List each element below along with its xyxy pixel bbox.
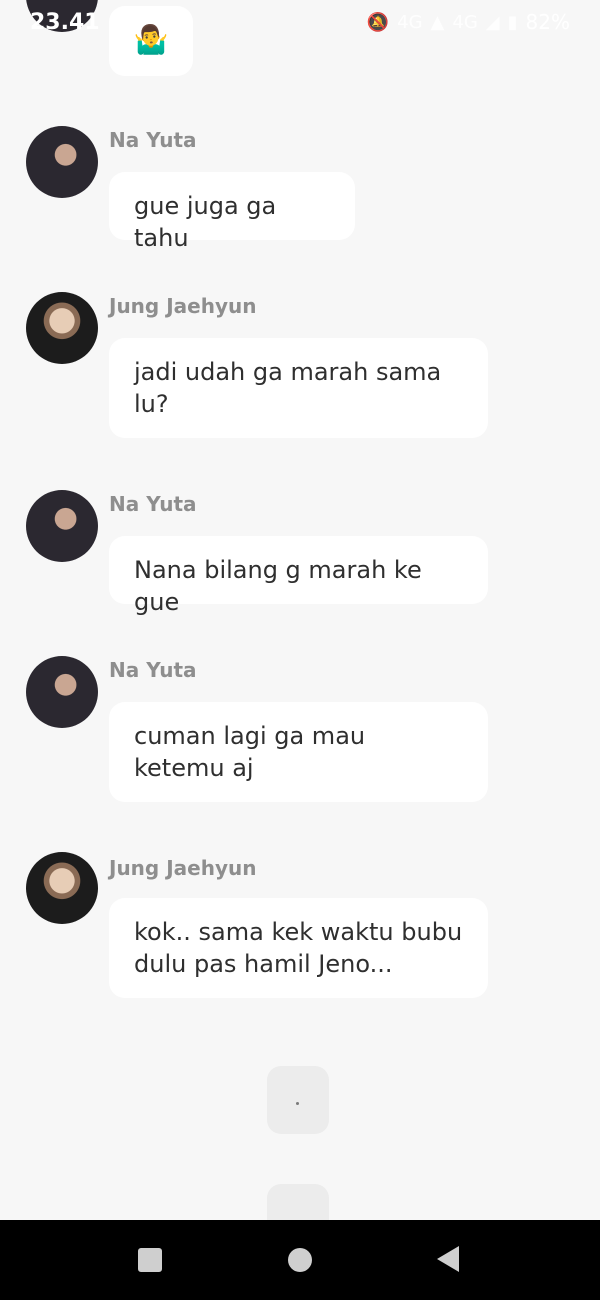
message-bubble: gue juga ga tahu xyxy=(109,172,355,252)
sender-name: Jung Jaehyun xyxy=(109,294,257,318)
avatar[interactable] xyxy=(26,656,98,728)
avatar[interactable] xyxy=(26,292,98,364)
status-bar: 23.41 🔕 4G ▲ 4G ◢ ▮ 82% xyxy=(0,0,600,44)
typing-dot xyxy=(296,1102,299,1105)
avatar[interactable] xyxy=(26,490,98,562)
message-bubble: Nana bilang g marah ke gue xyxy=(109,536,488,616)
signal-icon: 4G xyxy=(452,11,478,33)
status-right: 🔕 4G ▲ 4G ◢ ▮ 82% xyxy=(367,10,570,34)
status-time: 23.41 xyxy=(30,10,100,35)
avatar[interactable] xyxy=(26,852,98,924)
typing-indicator xyxy=(267,1184,329,1220)
message-bubble: kok.. sama kek waktu bubu dulu pas hamil… xyxy=(109,898,488,998)
message-text: kok.. sama kek waktu bubu dulu pas hamil… xyxy=(134,918,463,978)
recent-apps-square-icon[interactable] xyxy=(138,1248,162,1272)
sender-name: Na Yuta xyxy=(109,128,197,152)
avatar[interactable] xyxy=(26,126,98,198)
message-bubble: jadi udah ga marah sama lu? xyxy=(109,338,488,438)
message-text: gue juga ga tahu xyxy=(134,192,277,252)
message-text: Nana bilang g marah ke gue xyxy=(134,556,422,616)
signal-icon: 4G xyxy=(397,11,423,33)
mute-icon: 🔕 xyxy=(366,11,390,33)
chat-thread[interactable]: 🤷‍♂️ Na Yuta gue juga ga tahu Jung Jaehy… xyxy=(0,0,600,1220)
sender-name: Na Yuta xyxy=(109,492,197,516)
message-text: jadi udah ga marah sama lu? xyxy=(134,358,442,418)
battery-icon: ▮ xyxy=(507,11,518,33)
message-bubble: cuman lagi ga mau ketemu aj xyxy=(109,702,488,802)
home-circle-icon[interactable] xyxy=(288,1248,312,1272)
sender-name: Jung Jaehyun xyxy=(109,856,257,880)
typing-indicator xyxy=(267,1066,329,1134)
sender-name: Na Yuta xyxy=(109,658,197,682)
back-triangle-icon[interactable] xyxy=(437,1246,459,1272)
signal-icon: ◢ xyxy=(485,11,500,33)
message-text: cuman lagi ga mau ketemu aj xyxy=(134,722,366,782)
battery-percent: 82% xyxy=(525,10,570,34)
signal-icon: ▲ xyxy=(430,11,445,33)
